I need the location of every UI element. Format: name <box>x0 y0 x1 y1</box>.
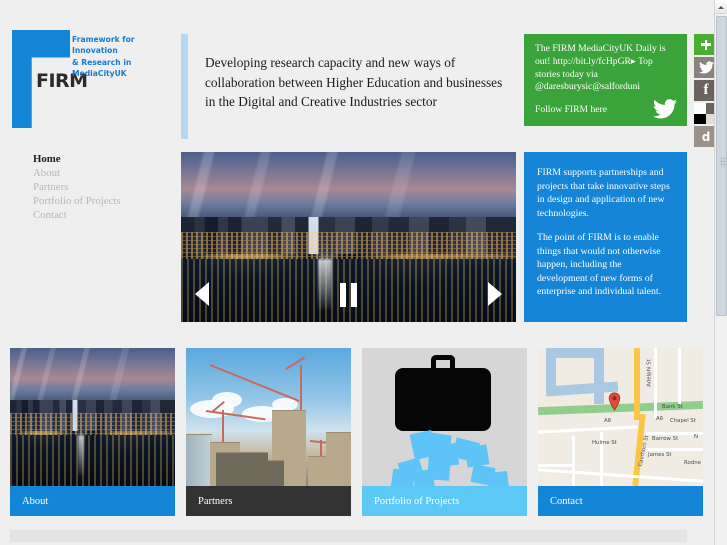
feature-card-partners[interactable]: Partners <box>186 348 351 520</box>
map-label-n: N <box>694 434 699 440</box>
site-logo[interactable]: FIRM <box>12 30 88 128</box>
map-label-rodne: Rodne <box>684 460 701 466</box>
sidebar-item-home[interactable]: Home <box>33 152 173 166</box>
card-image-construction <box>186 348 351 486</box>
scrollbar-grip <box>720 157 727 167</box>
map-label-a6-west: A6 <box>604 418 612 424</box>
info-panel: FIRM supports partnerships and projects … <box>524 152 687 322</box>
carousel-next-button[interactable] <box>484 278 506 310</box>
map-label-adelphi-st: Adelphi St <box>646 359 653 387</box>
feature-card-grid: About Partners Portfolio of Projects Ade… <box>10 348 703 520</box>
card-label-contact[interactable]: Contact <box>538 486 703 516</box>
scroll-up-button[interactable] <box>715 0 727 14</box>
browser-scrollbar[interactable] <box>714 0 727 545</box>
card-image-mediacity-night <box>10 348 175 486</box>
card-label-portfolio[interactable]: Portfolio of Projects <box>362 486 527 516</box>
page-root: f d FIRM Framework for Innovation & Resea… <box>0 0 727 545</box>
map-label-bank-st: Bank St <box>662 404 683 410</box>
card-image-briefcase <box>362 348 527 486</box>
map-label-james-st: James St <box>648 452 672 458</box>
site-tagline: Framework for Innovation & Research in Me… <box>72 35 135 79</box>
twitter-widget[interactable]: The FIRM MediaCityUK Daily is out! http:… <box>524 34 687 126</box>
carousel-prev-button[interactable] <box>191 278 213 310</box>
feature-card-contact[interactable]: Adelphi St Bank St Chapel St Hulme St Ba… <box>538 348 703 520</box>
main-navigation: Home About Partners Portfolio of Project… <box>33 152 173 222</box>
map-pin-marker[interactable] <box>608 392 621 411</box>
scrollbar-thumb[interactable] <box>716 16 727 316</box>
map-label-chapel-st: Chapel St <box>670 418 696 424</box>
twitter-bird-icon <box>653 99 677 119</box>
map-label-a6-east: A6 <box>656 416 664 422</box>
sidebar-item-contact[interactable]: Contact <box>33 208 173 222</box>
footer-strip <box>10 530 687 542</box>
map-label-barrow-st: Barrow St <box>652 436 679 442</box>
follow-firm-link[interactable]: Follow FIRM here <box>535 104 607 115</box>
feature-card-about[interactable]: About <box>10 348 175 520</box>
header-divider-bar <box>181 34 188 139</box>
hero-carousel[interactable] <box>181 152 516 322</box>
card-label-partners[interactable]: Partners <box>186 486 351 516</box>
feature-card-portfolio[interactable]: Portfolio of Projects <box>362 348 527 520</box>
card-image-map: Adelphi St Bank St Chapel St Hulme St Ba… <box>538 348 703 486</box>
sidebar-item-about[interactable]: About <box>33 166 173 180</box>
card-label-about[interactable]: About <box>10 486 175 516</box>
map-label-hulme-st: Hulme St <box>592 440 617 446</box>
page-headline: Developing research capacity and new way… <box>205 55 503 110</box>
info-paragraph-1: FIRM supports partnerships and projects … <box>537 167 670 219</box>
briefcase-icon <box>395 368 491 431</box>
carousel-pause-button[interactable] <box>338 282 360 308</box>
sidebar-item-partners[interactable]: Partners <box>33 180 173 194</box>
sidebar-item-portfolio[interactable]: Portfolio of Projects <box>33 194 173 208</box>
info-paragraph-2: The point of FIRM is to enable things th… <box>537 232 662 298</box>
twitter-status-text: The FIRM MediaCityUK Daily is out! http:… <box>535 43 666 93</box>
